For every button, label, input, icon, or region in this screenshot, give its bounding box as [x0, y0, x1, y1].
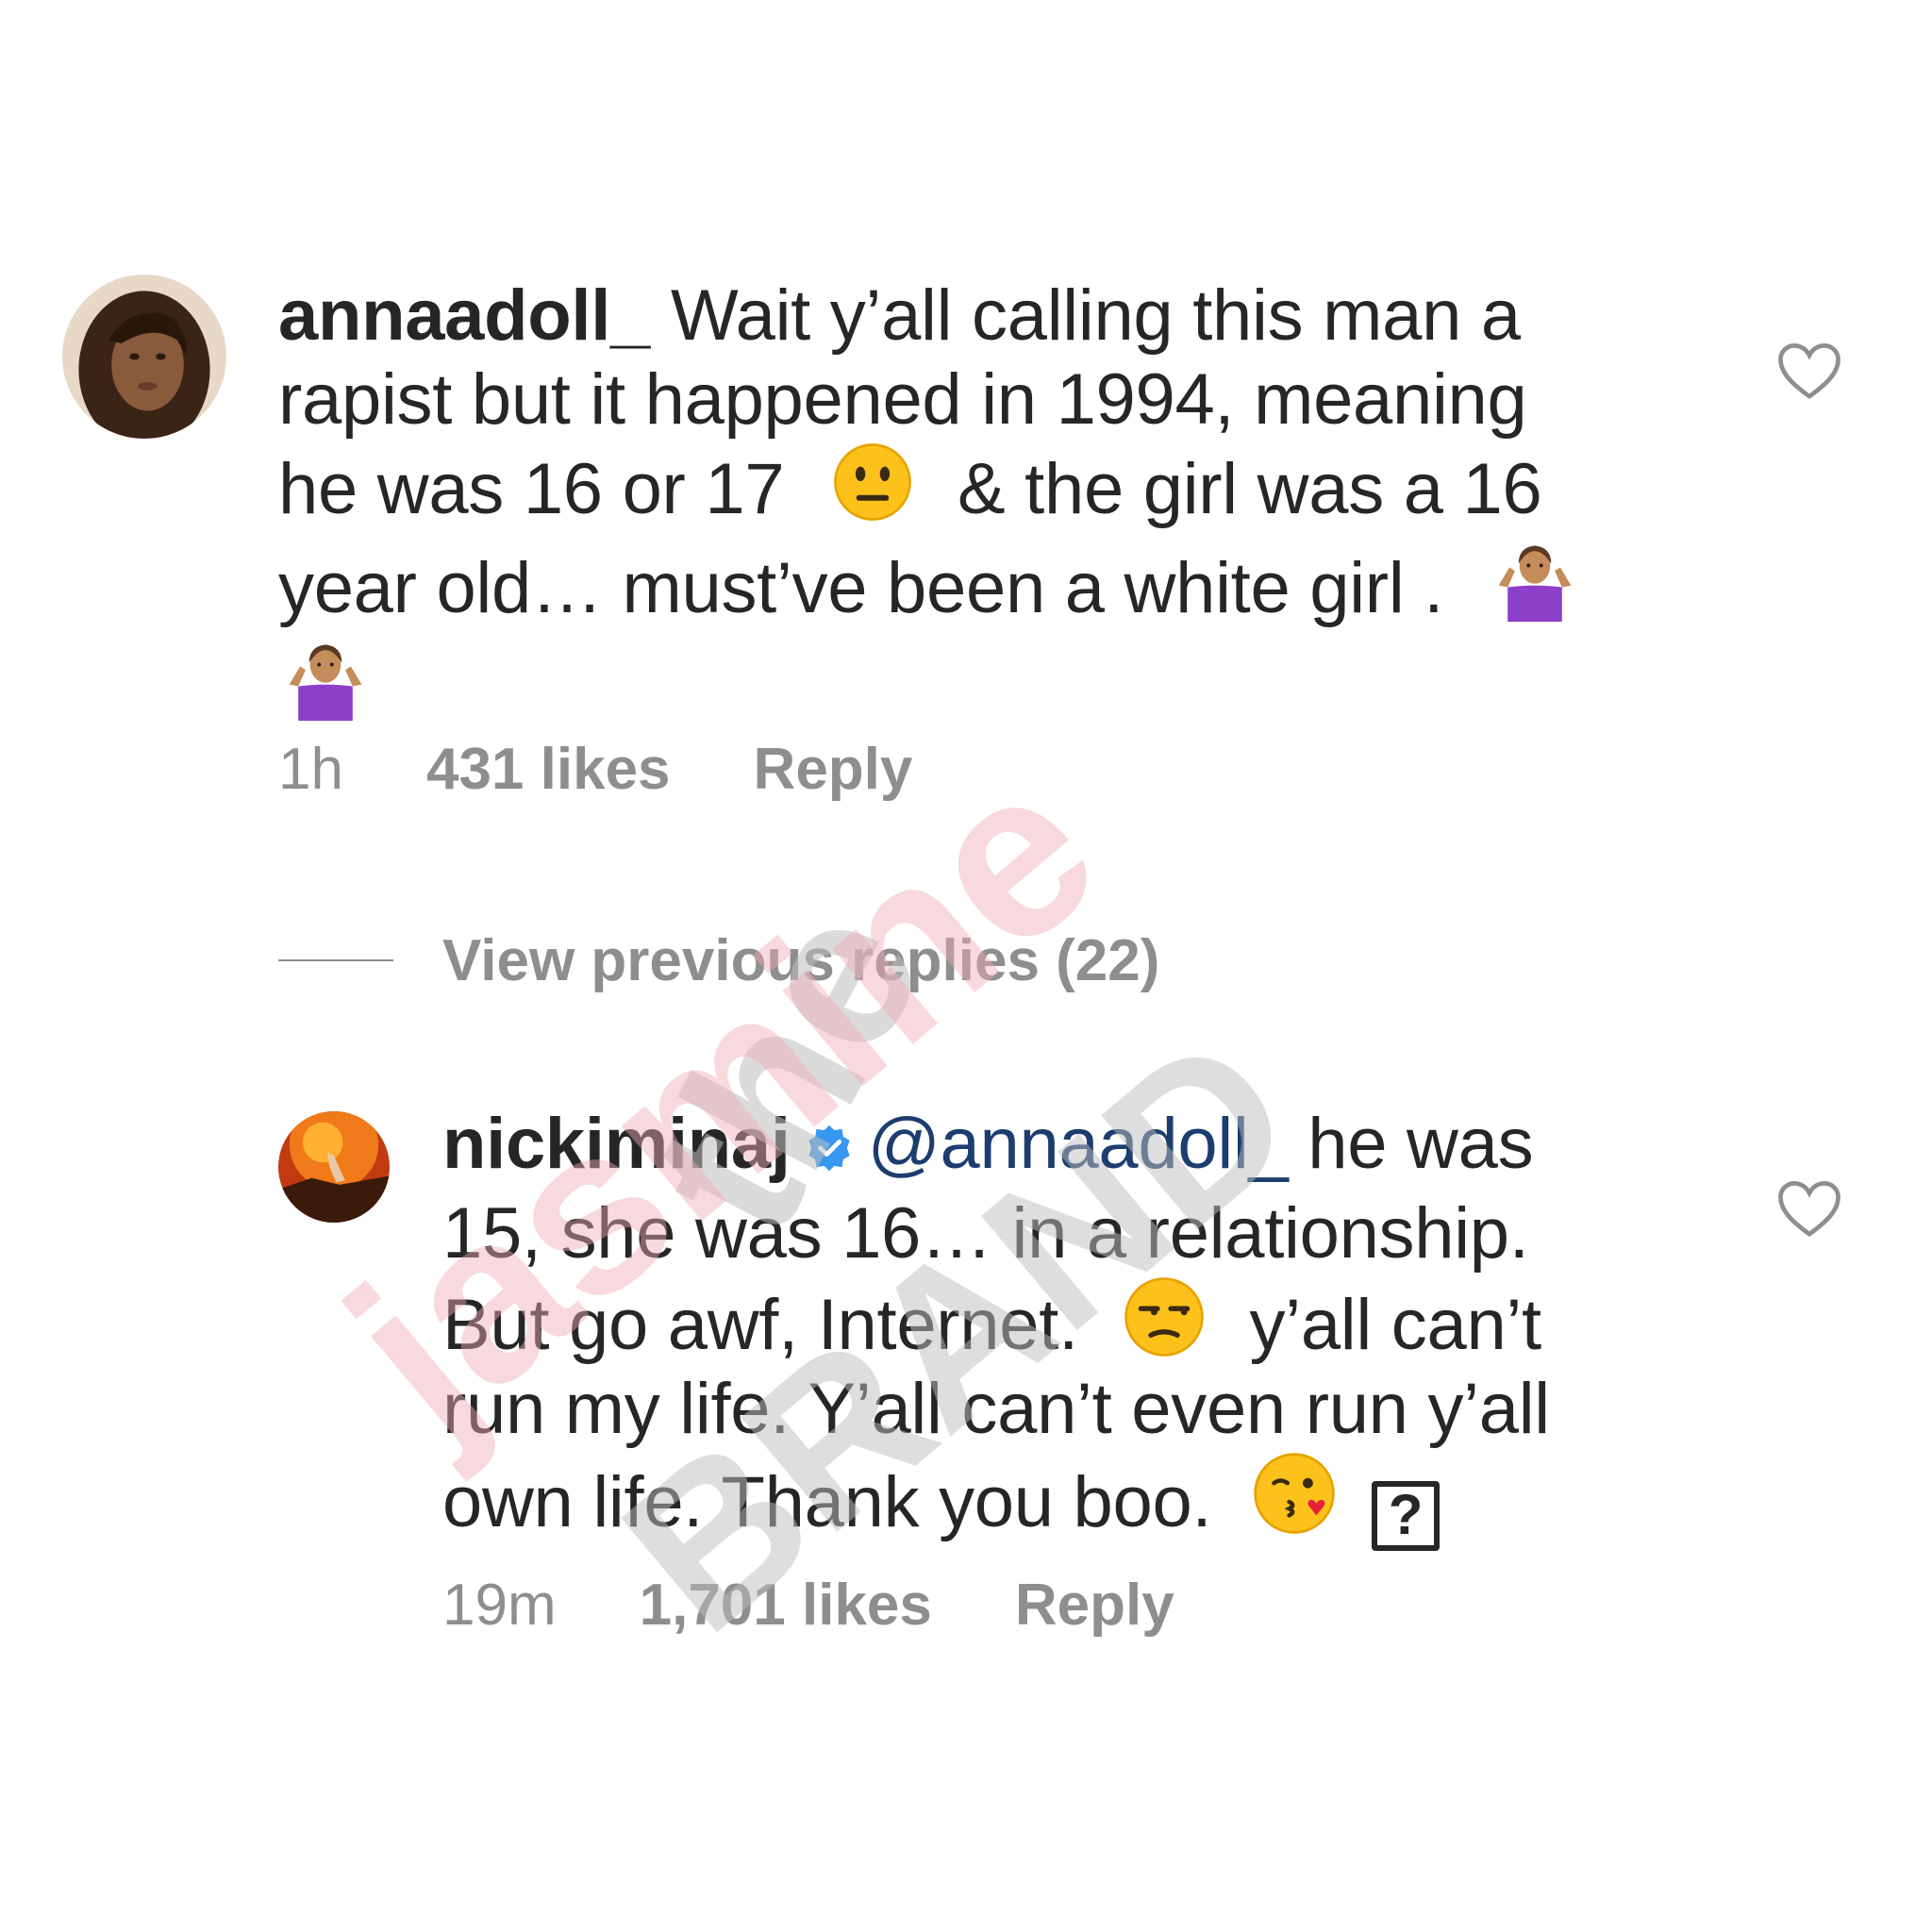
comment-text-line: he was — [1307, 1104, 1534, 1184]
comment-meta: 19m 1,701 likes Reply — [442, 1572, 1257, 1639]
comment-meta: 1h 431 likes Reply — [278, 736, 995, 803]
username[interactable]: nickiminaj — [442, 1104, 791, 1184]
neutral-face-emoji-icon — [832, 441, 913, 523]
comment-text-line: rapist but it happened in 1994, meaning — [278, 359, 1527, 440]
reply-button[interactable]: Reply — [1015, 1573, 1174, 1638]
unknown-glyph-box: ? — [1371, 1481, 1440, 1551]
likes-count[interactable]: 431 likes — [426, 737, 671, 802]
shrug-emoji-icon — [280, 630, 371, 721]
kissing-face-emoji-icon — [1252, 1451, 1337, 1536]
shrug-emoji-icon — [1490, 531, 1580, 622]
avatar[interactable] — [62, 275, 226, 439]
like-heart-icon[interactable] — [1775, 1179, 1843, 1240]
profile-photo-icon — [62, 275, 226, 439]
likes-count[interactable]: 1,701 likes — [640, 1573, 932, 1638]
comment-text-line: Wait y’all calling this man a — [671, 275, 1521, 356]
comment-text-line: & the girl was a 16 — [957, 449, 1542, 529]
comment-text-line: 15, she was 16… in a relationship. — [442, 1193, 1529, 1274]
comment-text-line: But go awf, Internet. — [442, 1285, 1078, 1365]
comment-text: nickiminaj @annaadoll_ he was 15, she wa… — [442, 1102, 1763, 1551]
timestamp: 1h — [278, 737, 343, 802]
timestamp: 19m — [442, 1573, 557, 1638]
profile-photo-icon — [278, 1111, 390, 1223]
comment-text: annaadoll_ Wait y’all calling this man a … — [278, 274, 1656, 729]
avatar[interactable] — [278, 1111, 390, 1223]
comment-text-line: he was 16 or 17 — [278, 449, 785, 529]
view-previous-replies-button[interactable]: View previous replies (22) — [278, 923, 1159, 998]
verified-badge-icon — [804, 1108, 855, 1191]
comment-text-line: run my life. Y’all can’t even run y’all — [442, 1369, 1550, 1449]
reply-button[interactable]: Reply — [754, 737, 913, 802]
unamused-face-emoji-icon — [1123, 1275, 1206, 1358]
comment-text-line: own life. Thank you boo. — [442, 1462, 1212, 1542]
divider — [278, 959, 393, 961]
mention-link[interactable]: @annaadoll_ — [868, 1104, 1289, 1184]
comment-text-line: y’all can’t — [1249, 1285, 1542, 1365]
view-previous-replies-label: View previous replies (22) — [442, 927, 1160, 993]
like-heart-icon[interactable] — [1775, 341, 1843, 402]
username[interactable]: annaadoll_ — [278, 275, 650, 356]
comment-text-line: year old… must’ve been a white girl . — [278, 548, 1444, 628]
